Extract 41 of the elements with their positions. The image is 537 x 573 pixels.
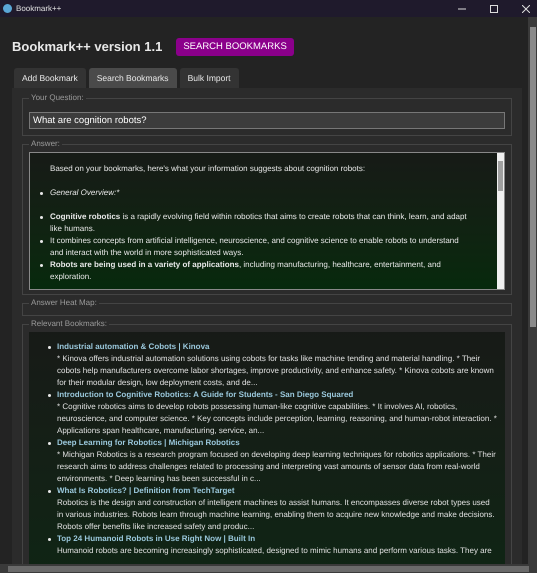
bullet-icon <box>48 442 51 445</box>
question-field[interactable]: What are cognition robots? <box>29 112 505 129</box>
bookmark-summary: * Kinova offers industrial automation solutions using cobots for tasks like machine tending and material handling. * Their cobots help manufacturers overcome labor shortages, improve productivity, and enhance safety. * Kinova cobots are known for their modular design, low deployment costs, and de... <box>57 353 495 389</box>
tab[interactable]: Add Bookmark <box>14 68 86 88</box>
bookmark-link[interactable]: Introduction to Cognitive Robotics: A Guide for Students - San Diego Squared <box>57 389 354 401</box>
bookmark-link[interactable]: Deep Learning for Robotics | Michigan Robotics <box>57 437 240 449</box>
tab[interactable]: Search Bookmarks <box>88 68 177 88</box>
bullet-icon <box>48 490 51 493</box>
group-legend: Your Question: <box>29 93 86 103</box>
bookmark-summary: Robotics is the design and construction of intelligent machines to assist humans. It encompasses diverse robot types used in various industries. Robots learn through machine learning, enabling them to acquire new knowledge and make decisions. Robots offer benefits like increased safety and produc... <box>57 497 496 533</box>
window-title: Bookmark++ <box>16 2 62 14</box>
app-icon <box>3 4 12 13</box>
bookmark-summary: * Cognitive robotics aims to develop robots possessing human-like cognitive capabilities. * It involves AI, robotics, neuroscience, and computer science. * Key concepts include perception, learning, reasoning, and human-robot interaction. * Applications span healthcare, manufacturing, service, an... <box>57 401 497 437</box>
group-legend: Answer Heat Map: <box>29 298 99 308</box>
close-icon[interactable] <box>522 4 530 12</box>
bullet-icon <box>48 346 51 349</box>
bullet-icon <box>40 192 43 195</box>
tab[interactable]: Bulk Import <box>180 68 239 88</box>
search-bookmarks-button[interactable]: SEARCH BOOKMARKS <box>176 38 294 56</box>
bullet-icon <box>48 394 51 397</box>
scrollbar[interactable] <box>497 153 504 289</box>
answer-text: Based on your bookmarks, here's what your information suggests about cognition robots: <box>50 163 366 175</box>
bookmark-summary: Humanoid robots are becoming increasingly sophisticated, designed to mimic humans and perform various tasks. They are <box>57 545 492 557</box>
bookmark-link[interactable]: Industrial automation & Cobots | Kinova <box>57 341 210 353</box>
answer-bullet-text: Robots are being used in a variety of applications, including manufacturing, healthcare, entertainment, and exploration. <box>50 259 442 283</box>
app-heading: Bookmark++ version 1.1 <box>12 38 162 56</box>
bookmark-link[interactable]: What Is Robotics? | Definition from TechTarget <box>57 485 234 497</box>
bullet-icon <box>40 264 43 267</box>
horizontal-scrollbar[interactable] <box>0 564 537 573</box>
bookmark-link[interactable]: Top 24 Humanoid Robots in Use Right Now | Built In <box>57 533 256 545</box>
group-legend: Answer: <box>29 139 62 149</box>
bullet-icon <box>48 538 51 541</box>
bullet-icon <box>40 216 43 219</box>
answer-bullet-text: General Overview:* <box>50 187 120 199</box>
answer-bullet-text: Cognitive robotics is a rapidly evolving field within robotics that aims to create robots that can think, learn, and adapt like humans. <box>50 211 468 235</box>
scrollbar[interactable] <box>528 17 537 564</box>
maximize-icon[interactable] <box>490 4 498 12</box>
group-legend: Relevant Bookmarks: <box>29 319 110 329</box>
bullet-icon <box>40 240 43 243</box>
answer-bullet-text: It combines concepts from artificial intelligence, neuroscience, and cognitive science to enable robots to understand and interact with the world in more sophisticated ways. <box>50 235 460 259</box>
bookmark-summary: * Michigan Robotics is a research program focused on developing deep learning techniques for robotics applications. * Their research aims to address challenges related to processing and interpreting vast amounts of sensor data from real-world environments. * Deep learning has been successful in c... <box>57 449 497 485</box>
